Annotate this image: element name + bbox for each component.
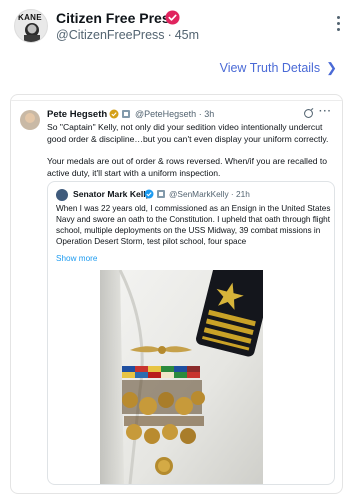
- post-time[interactable]: 45m: [175, 28, 199, 42]
- embedded-author-handle-line: @PeteHegseth · 3h: [135, 109, 214, 119]
- quoted-verified-badges-icon: [144, 189, 165, 199]
- medals-icon: [122, 380, 205, 444]
- avatar-figure-icon: [24, 23, 40, 42]
- quoted-author-handle: @SenMarkKelly: [169, 189, 229, 199]
- quoted-author-name: Senator Mark Kelly: [73, 189, 151, 199]
- show-more-link: Show more: [56, 254, 98, 263]
- chevron-right-icon: ❯: [326, 60, 337, 75]
- quoted-post-card: Senator Mark Kelly @SenMarkKelly · 21h W…: [47, 181, 335, 485]
- more-vertical-icon[interactable]: [337, 16, 341, 32]
- author-handle[interactable]: @CitizenFreePress: [56, 28, 165, 42]
- uniform-photo: [100, 270, 263, 484]
- embedded-post-paragraph-2: Your medals are out of order & rows reve…: [47, 155, 328, 178]
- card-top-divider: [11, 95, 342, 101]
- embedded-author-name: Pete Hegseth: [47, 109, 108, 120]
- embedded-separator: ·: [198, 109, 202, 119]
- view-truth-details-link[interactable]: View Truth Details ❯: [220, 60, 337, 76]
- quoted-post-text: When I was 22 years old, I commissioned …: [56, 204, 331, 247]
- author-handle-line: @CitizenFreePress · 45m: [56, 28, 199, 42]
- embedded-post-time: 3h: [204, 109, 215, 119]
- embedded-verified-badges-icon: [109, 109, 130, 119]
- embedded-post-card[interactable]: Pete Hegseth @PeteHegseth · 3h ··· So "C…: [10, 94, 343, 494]
- quoted-author-avatar: [56, 189, 68, 201]
- grok-icon: [304, 108, 314, 118]
- author-display-name[interactable]: Citizen Free Press: [56, 10, 177, 26]
- quoted-separator: ·: [230, 189, 234, 199]
- author-avatar[interactable]: KANE: [14, 9, 48, 43]
- post-header: KANE Citizen Free Press @CitizenFreePres…: [0, 0, 355, 52]
- quoted-post-time: 21h: [236, 189, 250, 199]
- ribbon-rack: [122, 366, 200, 378]
- embedded-author-avatar: [20, 110, 40, 130]
- separator-dot: ·: [167, 28, 172, 42]
- view-truth-details-label: View Truth Details: [219, 61, 321, 75]
- quoted-author-handle-line: @SenMarkKelly · 21h: [169, 189, 250, 199]
- embedded-post-text: So "Captain" Kelly, not only did your se…: [47, 122, 337, 189]
- embedded-author-handle: @PeteHegseth: [135, 109, 197, 119]
- verified-badge-icon: [165, 10, 180, 25]
- embedded-more-icon: ···: [319, 106, 332, 117]
- embedded-post-paragraph-1: So "Captain" Kelly, not only did your se…: [47, 122, 329, 144]
